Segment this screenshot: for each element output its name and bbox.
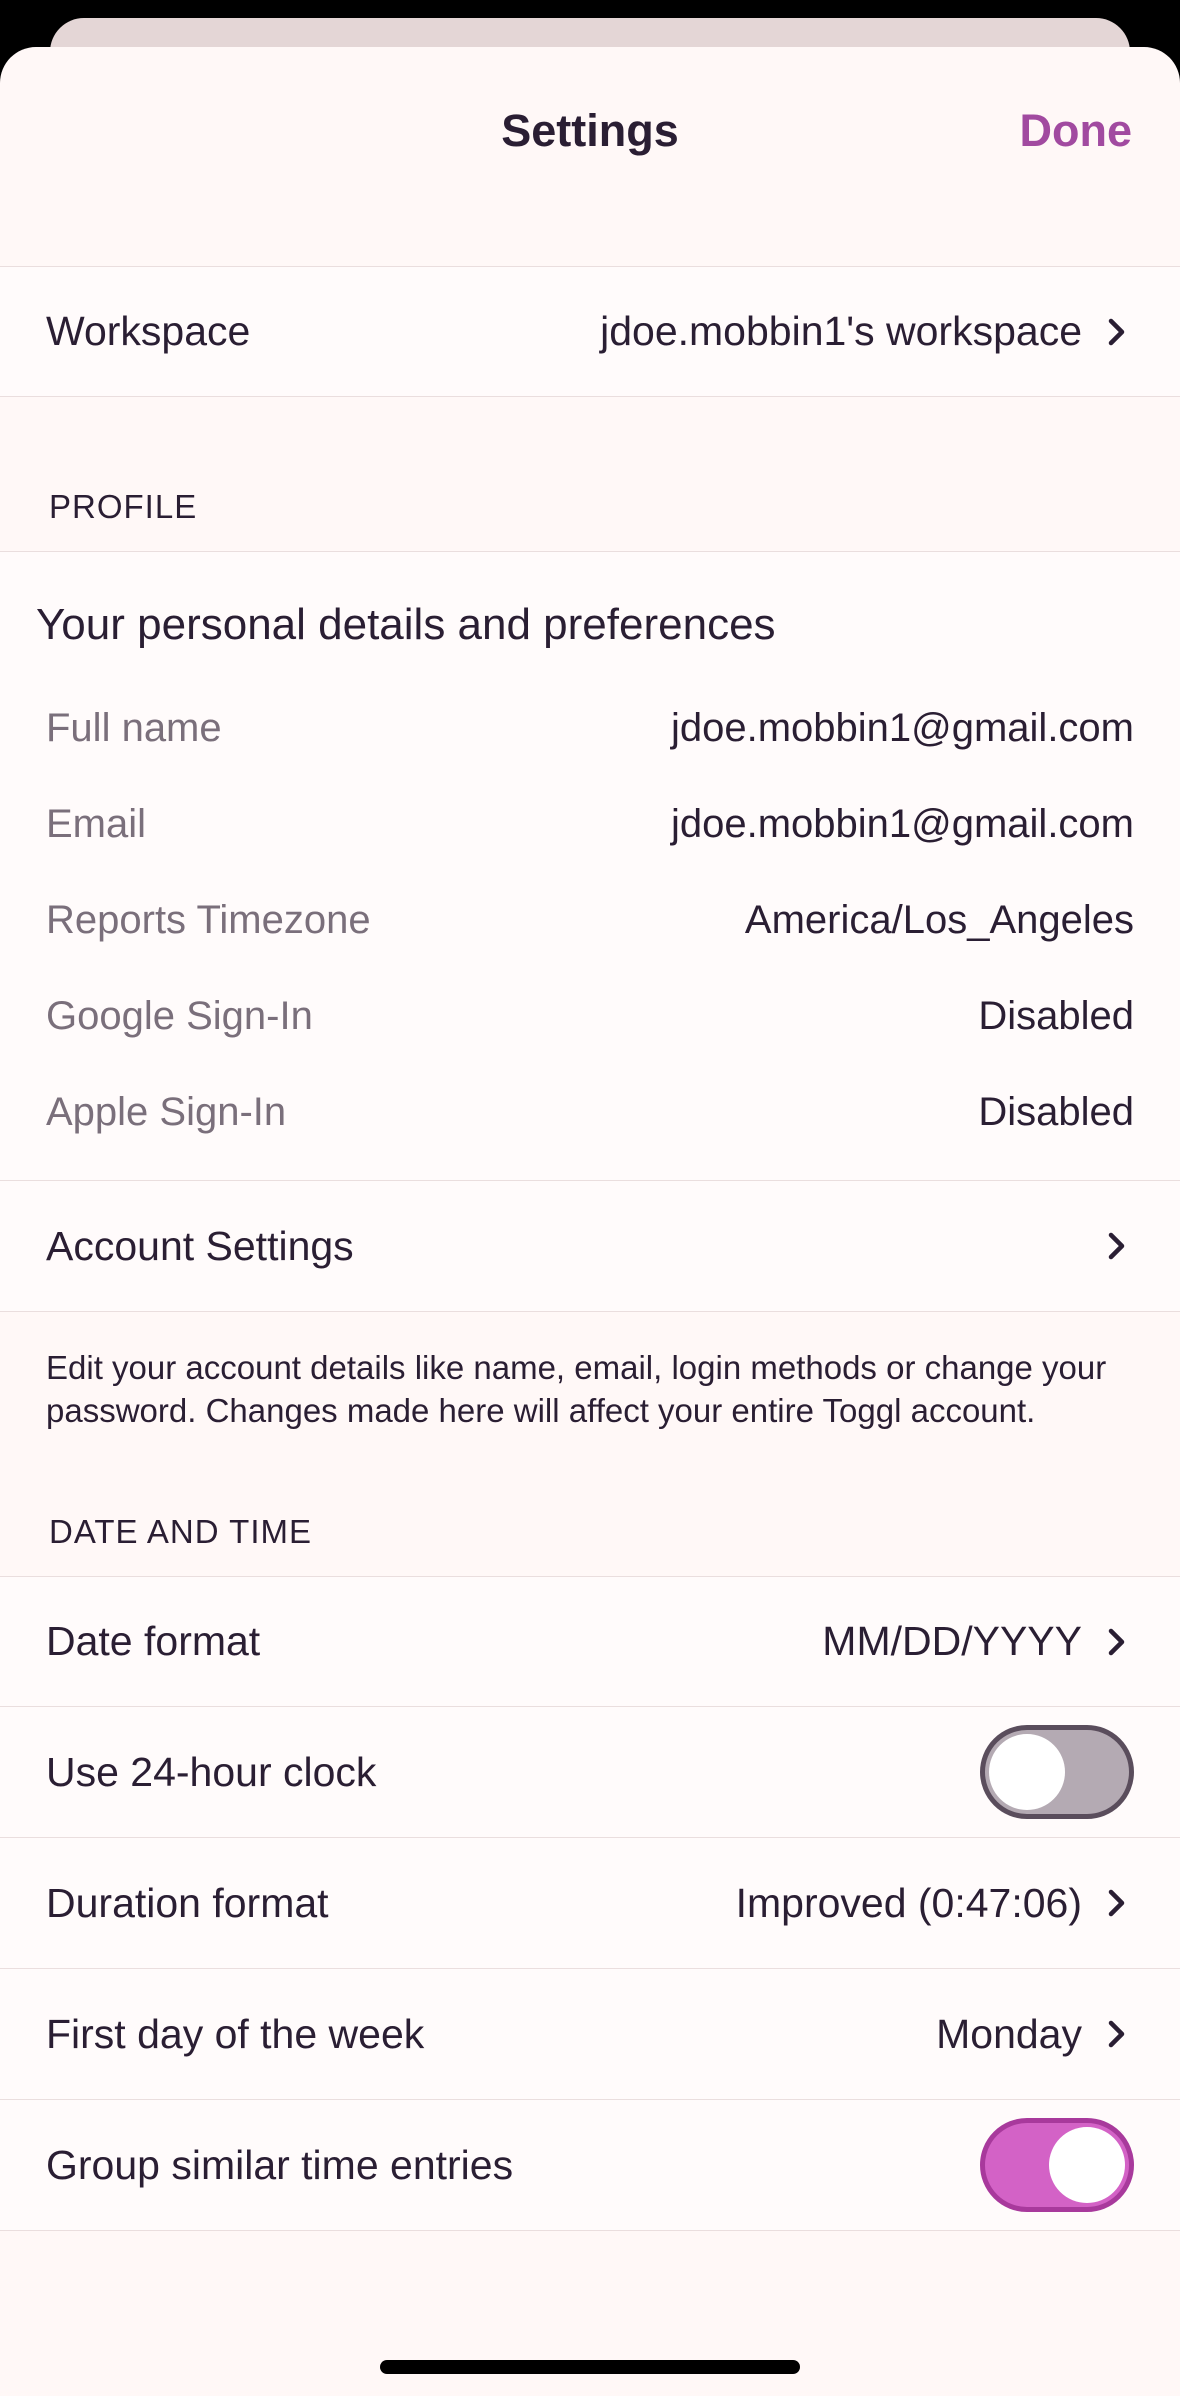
chevron-right-icon: [1100, 1229, 1134, 1263]
workspace-value: jdoe.mobbin1's workspace: [600, 308, 1082, 354]
first-day-value: Monday: [936, 2010, 1082, 2057]
settings-sheet: Settings Done Workspace jdoe.mobbin1's w…: [0, 47, 1180, 2396]
account-settings-label: Account Settings: [46, 1222, 354, 1269]
date-format-label: Date format: [46, 1618, 261, 1664]
detail-value: jdoe.mobbin1@gmail.com: [670, 801, 1134, 846]
toggle-knob: [989, 1734, 1065, 1810]
first-day-row[interactable]: First day of the week Monday: [0, 1969, 1180, 2100]
group-entries-label: Group similar time entries: [46, 2141, 514, 2188]
page-title: Settings: [501, 105, 679, 156]
chevron-right-icon: [1100, 1886, 1134, 1920]
date-format-row[interactable]: Date format MM/DD/YYYY: [0, 1576, 1180, 1707]
clock-24h-row: Use 24-hour clock: [0, 1707, 1180, 1838]
detail-label: Google Sign-In: [46, 993, 313, 1038]
detail-value: Disabled: [978, 1089, 1134, 1134]
duration-format-label: Duration format: [46, 1879, 329, 1926]
detail-row-google-sign-in: Google Sign-In Disabled: [0, 968, 1180, 1064]
profile-card: Your personal details and preferences Fu…: [0, 551, 1180, 1181]
home-indicator: [380, 2360, 800, 2374]
detail-row-email: Email jdoe.mobbin1@gmail.com: [0, 776, 1180, 872]
group-entries-toggle[interactable]: [980, 2118, 1134, 2212]
chevron-right-icon: [1100, 1625, 1134, 1659]
clock-24h-toggle[interactable]: [980, 1725, 1134, 1819]
done-button[interactable]: Done: [1020, 105, 1133, 157]
profile-section-title: PROFILE: [49, 488, 198, 525]
account-note: Edit your account details like name, ema…: [46, 1349, 1107, 1429]
detail-value: America/Los_Angeles: [744, 897, 1134, 942]
detail-row-apple-sign-in: Apple Sign-In Disabled: [0, 1064, 1180, 1160]
detail-row-timezone: Reports Timezone America/Los_Angeles: [0, 872, 1180, 968]
clock-24h-label: Use 24-hour clock: [46, 1748, 377, 1795]
detail-row-full-name: Full name jdoe.mobbin1@gmail.com: [0, 680, 1180, 776]
account-settings-row[interactable]: Account Settings: [0, 1181, 1180, 1312]
chevron-right-icon: [1100, 2017, 1134, 2051]
workspace-row[interactable]: Workspace jdoe.mobbin1's workspace: [0, 266, 1180, 397]
group-entries-row: Group similar time entries: [0, 2100, 1180, 2231]
duration-format-value: Improved (0:47:06): [735, 1879, 1082, 1926]
date-time-section-title: DATE AND TIME: [49, 1513, 312, 1550]
detail-label: Full name: [46, 705, 222, 750]
duration-format-row[interactable]: Duration format Improved (0:47:06): [0, 1838, 1180, 1969]
profile-section-header: PROFILE: [0, 397, 1180, 551]
profile-heading: Your personal details and preferences: [36, 600, 776, 649]
navigation-bar: Settings Done: [0, 47, 1180, 266]
detail-label: Email: [46, 801, 147, 846]
toggle-knob: [1049, 2127, 1125, 2203]
chevron-right-icon: [1100, 315, 1134, 349]
workspace-label: Workspace: [46, 308, 251, 354]
date-time-section-header: DATE AND TIME: [0, 1462, 1180, 1576]
first-day-label: First day of the week: [46, 2010, 425, 2057]
detail-label: Apple Sign-In: [46, 1089, 287, 1134]
detail-label: Reports Timezone: [46, 897, 371, 942]
date-format-value: MM/DD/YYYY: [822, 1618, 1082, 1664]
detail-value: jdoe.mobbin1@gmail.com: [670, 705, 1134, 750]
detail-value: Disabled: [978, 993, 1134, 1038]
